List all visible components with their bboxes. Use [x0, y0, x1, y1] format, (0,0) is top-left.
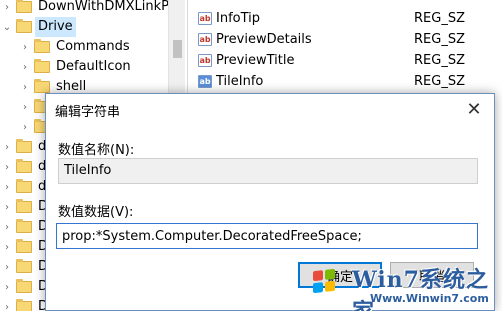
chevron-down-icon[interactable]: ⌄ [2, 17, 12, 37]
dialog-title: 编辑字符串 [55, 105, 121, 120]
folder-icon [16, 239, 32, 253]
chevron-right-icon[interactable]: › [2, 157, 12, 177]
value-row[interactable]: ab PreviewTitle REG_SZ [198, 50, 498, 70]
value-type: REG_SZ [414, 31, 465, 47]
folder-icon [16, 139, 32, 153]
tree-item-label: DownWithDMXLinkP [38, 0, 168, 14]
chevron-right-icon[interactable]: › [20, 117, 30, 137]
value-name: InfoTip [216, 10, 261, 26]
tree-item[interactable]: › Commands [0, 37, 168, 57]
value-type: REG_SZ [414, 52, 465, 68]
folder-icon [16, 279, 32, 293]
value-data-label: 数值数据(V): [58, 205, 134, 220]
chevron-right-icon[interactable]: › [20, 77, 30, 97]
value-data-input[interactable] [56, 223, 478, 249]
folder-icon [16, 19, 32, 33]
string-value-icon: ab [198, 53, 212, 67]
chevron-right-icon[interactable]: › [2, 257, 12, 277]
tree-item[interactable]: ⌄ Drive [0, 17, 168, 37]
chevron-right-icon[interactable]: › [2, 0, 12, 17]
folder-icon [16, 259, 32, 273]
chevron-right-icon[interactable]: › [20, 97, 30, 117]
tree-scrollbar-thumb[interactable] [173, 40, 182, 58]
value-name: PreviewTitle [216, 52, 295, 68]
chevron-right-icon[interactable]: › [20, 37, 30, 57]
chevron-right-icon[interactable]: › [2, 217, 12, 237]
value-row[interactable]: ab PreviewDetails REG_SZ [198, 29, 498, 49]
folder-icon [16, 199, 32, 213]
folder-icon [34, 39, 50, 53]
chevron-right-icon[interactable]: › [2, 237, 12, 257]
chevron-right-icon[interactable]: › [2, 297, 12, 311]
value-type: REG_SZ [414, 10, 465, 26]
folder-icon [16, 179, 32, 193]
folder-icon [34, 79, 50, 93]
string-value-icon: ab [198, 74, 212, 88]
dialog-title-bar[interactable]: 编辑字符串 ✕ [46, 94, 494, 124]
chevron-right-icon[interactable]: › [2, 197, 12, 217]
value-name-label: 数值名称(N): [58, 143, 135, 158]
value-type: REG_SZ [414, 73, 465, 89]
tree-item[interactable]: › DefaultIcon [0, 57, 168, 77]
chevron-right-icon[interactable]: › [2, 177, 12, 197]
ok-button[interactable]: 确定 [298, 262, 382, 288]
value-row[interactable]: ab InfoTip REG_SZ [198, 8, 498, 28]
edit-string-dialog: 编辑字符串 ✕ 数值名称(N): TileInfo 数值数据(V): 确定 取消 [45, 93, 495, 311]
close-button[interactable]: ✕ [454, 94, 494, 124]
close-icon: ✕ [466, 98, 482, 120]
chevron-right-icon[interactable]: › [20, 57, 30, 77]
folder-icon [34, 59, 50, 73]
cancel-button[interactable]: 取消 [390, 262, 474, 288]
value-name: PreviewDetails [216, 31, 312, 47]
folder-icon [16, 299, 32, 311]
string-value-icon: ab [198, 32, 212, 46]
tree-item[interactable]: › DownWithDMXLinkP [0, 0, 168, 17]
chevron-right-icon[interactable]: › [2, 277, 12, 297]
string-value-icon: ab [198, 11, 212, 25]
value-row[interactable]: ab TileInfo REG_SZ [198, 71, 498, 91]
tree-item-label: DefaultIcon [56, 59, 131, 74]
tree-item-label: Drive [35, 17, 76, 37]
folder-icon [16, 159, 32, 173]
value-name: TileInfo [216, 73, 264, 89]
chevron-right-icon[interactable]: › [2, 137, 12, 157]
tree-item-label: Commands [56, 39, 130, 54]
folder-icon [16, 219, 32, 233]
value-name-field: TileInfo [58, 158, 478, 184]
folder-icon [16, 0, 32, 13]
